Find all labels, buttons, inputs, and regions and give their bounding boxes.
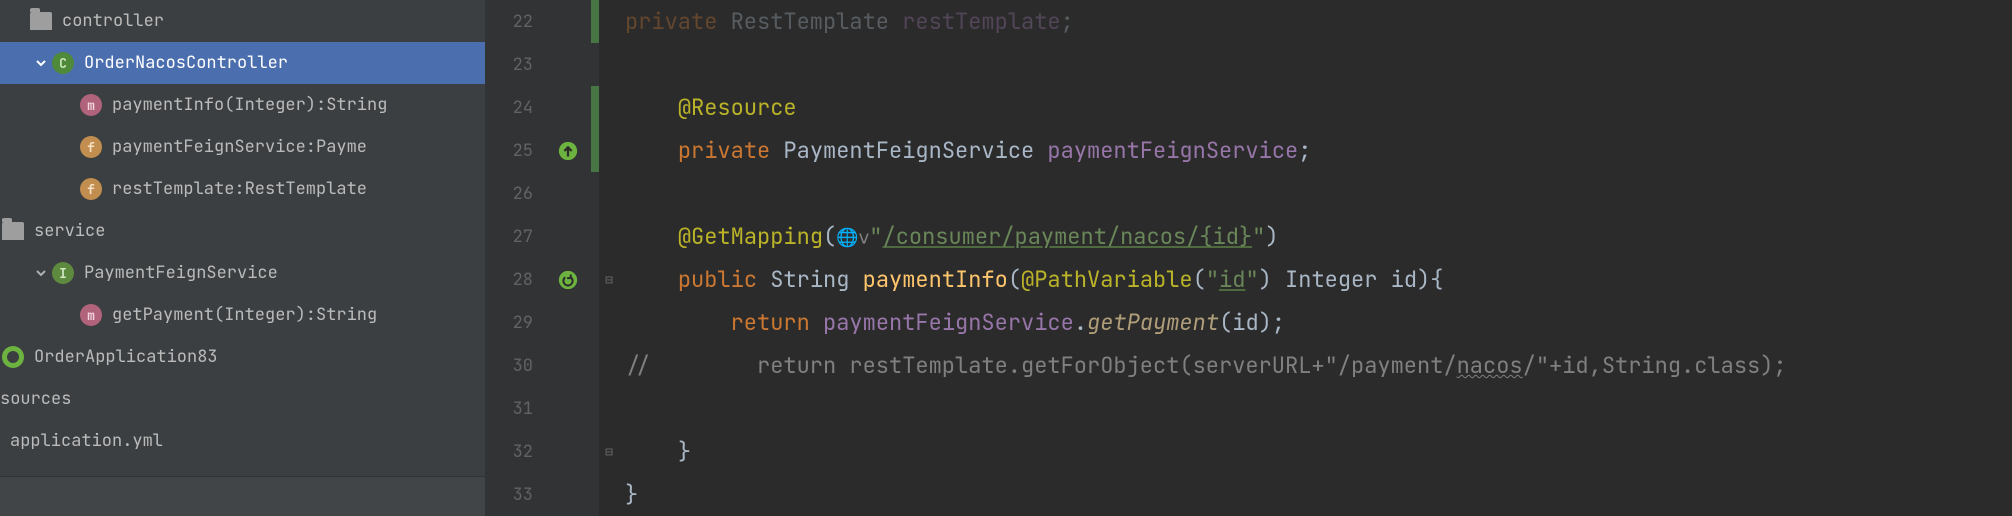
folder-icon — [30, 12, 52, 30]
field-icon: f — [80, 178, 102, 200]
spring-icon — [2, 346, 24, 368]
interface-icon: I — [52, 262, 74, 284]
code-line[interactable]: 25 private PaymentFeignService paymentFe… — [485, 129, 2012, 172]
tree-method-paymentinfo[interactable]: m paymentInfo(Integer):String — [0, 84, 485, 126]
tree-folder-controller[interactable]: controller — [0, 0, 485, 42]
code-text[interactable] — [619, 172, 2012, 215]
globe-icon[interactable]: 🌐ⅴ — [836, 226, 869, 249]
code-text[interactable]: } — [619, 473, 2012, 516]
line-number: 29 — [485, 301, 545, 344]
code-text[interactable]: @GetMapping(🌐ⅴ"/consumer/payment/nacos/{… — [619, 215, 2012, 258]
tree-label: OrderApplication83 — [34, 346, 218, 368]
tree-label: application.yml — [10, 430, 163, 452]
tree-label: paymentFeignService:Payme — [112, 136, 367, 158]
code-text[interactable] — [619, 43, 2012, 86]
sidebar-footer — [0, 476, 485, 516]
code-text[interactable]: // return restTemplate.getForObject(serv… — [619, 344, 2012, 387]
code-line[interactable]: 31 — [485, 387, 2012, 430]
fold-toggle[interactable]: ⊟ — [599, 258, 619, 301]
code-line[interactable]: 24 @Resource — [485, 86, 2012, 129]
line-number: 32 — [485, 430, 545, 473]
code-text[interactable]: private PaymentFeignService paymentFeign… — [619, 129, 2012, 172]
tree-folder-service[interactable]: service — [0, 210, 485, 252]
tree-class-ordernacoscontroller[interactable]: C OrderNacosController — [0, 42, 485, 84]
tree-folder-sources[interactable]: sources — [0, 378, 485, 420]
tree-interface-paymentfeignservice[interactable]: I PaymentFeignService — [0, 252, 485, 294]
change-marker — [591, 129, 599, 172]
code-line[interactable]: 23 — [485, 43, 2012, 86]
line-number: 30 — [485, 344, 545, 387]
tree-label: OrderNacosController — [84, 52, 288, 74]
code-line[interactable]: 22 private RestTemplate restTemplate; — [485, 0, 2012, 43]
tree-class-orderapplication83[interactable]: OrderApplication83 — [0, 336, 485, 378]
code-text[interactable]: @Resource — [619, 86, 2012, 129]
line-number: 33 — [485, 473, 545, 516]
tree-label: getPayment(Integer):String — [112, 304, 377, 326]
line-number: 23 — [485, 43, 545, 86]
code-line[interactable]: 33 } — [485, 473, 2012, 516]
tree-label: service — [34, 220, 105, 242]
chevron-down-icon — [30, 267, 52, 279]
fold-col — [599, 0, 619, 43]
tree-field-resttemplate[interactable]: f restTemplate:RestTemplate — [0, 168, 485, 210]
class-icon: C — [52, 52, 74, 74]
tree-label: PaymentFeignService — [84, 262, 278, 284]
tree-field-paymentfeignservice[interactable]: f paymentFeignService:Payme — [0, 126, 485, 168]
line-number: 28 — [485, 258, 545, 301]
tree-file-applicationyml[interactable]: application.yml — [0, 420, 485, 462]
method-icon: m — [80, 304, 102, 326]
structure-tree: controller C OrderNacosController m paym… — [0, 0, 485, 516]
code-text[interactable]: private RestTemplate restTemplate; — [619, 0, 2012, 43]
folder-icon — [2, 222, 24, 240]
code-line[interactable]: 28 ⊟ public String paymentInfo(@PathVari… — [485, 258, 2012, 301]
tree-method-getpayment[interactable]: m getPayment(Integer):String — [0, 294, 485, 336]
line-number: 24 — [485, 86, 545, 129]
tree-label: paymentInfo(Integer):String — [112, 94, 387, 116]
code-editor[interactable]: 22 private RestTemplate restTemplate; 23… — [485, 0, 2012, 516]
tree-label: sources — [0, 388, 71, 410]
change-marker — [591, 0, 599, 43]
tree-label: controller — [62, 10, 164, 32]
code-line[interactable]: 29 return paymentFeignService.getPayment… — [485, 301, 2012, 344]
chevron-down-icon — [30, 57, 52, 69]
gutter-override-icon[interactable] — [545, 129, 591, 172]
code-text[interactable]: public String paymentInfo(@PathVariable(… — [619, 258, 2012, 301]
gutter-recursive-icon[interactable] — [545, 258, 591, 301]
line-number: 27 — [485, 215, 545, 258]
code-line[interactable]: 32 ⊟ } — [485, 430, 2012, 473]
field-icon: f — [80, 136, 102, 158]
code-line[interactable]: 26 — [485, 172, 2012, 215]
line-number: 25 — [485, 129, 545, 172]
line-number: 22 — [485, 0, 545, 43]
line-number: 31 — [485, 387, 545, 430]
fold-toggle[interactable]: ⊟ — [599, 430, 619, 473]
method-icon: m — [80, 94, 102, 116]
line-number: 26 — [485, 172, 545, 215]
code-line[interactable]: 27 @GetMapping(🌐ⅴ"/consumer/payment/naco… — [485, 215, 2012, 258]
tree-label: restTemplate:RestTemplate — [112, 178, 367, 200]
gutter-icon-slot — [545, 0, 591, 43]
code-text[interactable]: } — [619, 430, 2012, 473]
code-text[interactable] — [619, 387, 2012, 430]
change-marker — [591, 86, 599, 129]
code-text[interactable]: return paymentFeignService.getPayment(id… — [619, 301, 2012, 344]
code-line[interactable]: 30 // return restTemplate.getForObject(s… — [485, 344, 2012, 387]
